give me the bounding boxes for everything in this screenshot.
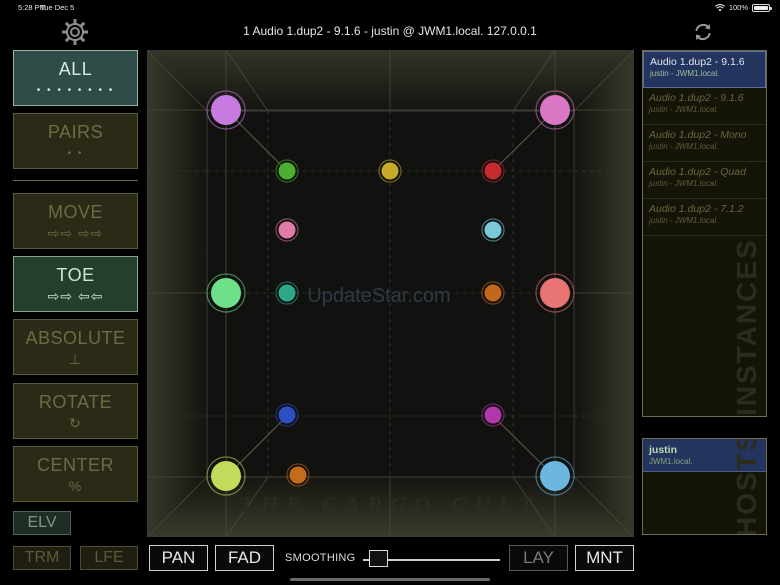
trm-button[interactable]: TRM — [13, 546, 71, 570]
absolute-button[interactable]: ABSOLUTE ⊥ — [13, 319, 138, 375]
pairs-label: PAIRS — [47, 122, 104, 142]
instance-host: justin - JWM1.local. — [650, 69, 720, 78]
speaker-bottom-left[interactable] — [206, 456, 246, 496]
mnt-button[interactable]: MNT — [575, 545, 634, 571]
move-arrows-icon: ⇨⇨ ⇨⇨ — [47, 225, 104, 241]
instances-list: Audio 1.dup2 - 9.1.6 justin - JWM1.local.… — [643, 51, 766, 236]
instance-host: justin - JWM1.local. — [649, 216, 719, 225]
status-bar: 5:28 PM Tue Dec 5 100% — [0, 0, 780, 14]
room-canvas[interactable]: UpdateStar.com THE CARGO CULT — [146, 49, 635, 538]
instance-host: justin - JWM1.local. — [649, 179, 719, 188]
speaker-room-view[interactable]: UpdateStar.com THE CARGO CULT — [146, 49, 635, 538]
floor-logo-text: THE CARGO CULT — [239, 492, 540, 517]
center-icon: % — [68, 478, 83, 494]
toe-label: TOE — [56, 265, 95, 285]
instance-name: Audio 1.dup2 - Quad — [649, 166, 746, 178]
hosts-label: HOSTS — [731, 438, 762, 535]
speaker-inner-upper-left[interactable] — [275, 218, 299, 242]
refresh-button[interactable] — [692, 21, 714, 43]
rotate-icon: ↻ — [69, 415, 82, 431]
speaker-inner-mid-right[interactable] — [481, 281, 505, 305]
room-wall-right — [574, 50, 634, 537]
elv-button[interactable]: ELV — [13, 511, 71, 535]
speaker-mid-left[interactable] — [206, 273, 246, 313]
toe-arrows-icon: ⇨⇨ ⇦⇦ — [47, 288, 104, 304]
absolute-icon: ⊥ — [68, 351, 83, 367]
speaker-inner-top-right[interactable] — [481, 159, 505, 183]
rotate-button[interactable]: ROTATE ↻ — [13, 383, 138, 439]
instance-name: Audio 1.dup2 - Mono — [649, 129, 747, 141]
home-indicator — [290, 578, 490, 581]
all-button[interactable]: ALL • • • • • • • • — [13, 50, 138, 106]
speaker-inner-top-left[interactable] — [275, 159, 299, 183]
smoothing-slider-thumb[interactable] — [368, 550, 388, 567]
speaker-inner-mid-left[interactable] — [275, 281, 299, 305]
absolute-label: ABSOLUTE — [25, 328, 126, 348]
speaker-top-front-right[interactable] — [535, 90, 575, 130]
speaker-inner-bottom[interactable] — [286, 463, 310, 487]
center-button[interactable]: CENTER % — [13, 446, 138, 502]
rotate-label: ROTATE — [38, 392, 113, 412]
refresh-icon — [695, 24, 711, 40]
instance-name: Audio 1.dup2 - 9.1.6 — [649, 92, 744, 104]
wifi-icon — [714, 3, 725, 11]
instance-name: Audio 1.dup2 - 7.1.2 — [649, 203, 744, 215]
hosts-panel: HOSTS justin JWM1.local. — [642, 438, 767, 535]
session-title: 1 Audio 1.dup2 - 9.1.6 - justin @ JWM1.l… — [243, 24, 537, 38]
speaker-inner-lower-right[interactable] — [481, 403, 505, 427]
pairs-button[interactable]: PAIRS • • — [13, 113, 138, 169]
instance-row[interactable]: Audio 1.dup2 - 9.1.6 justin - JWM1.local. — [643, 88, 766, 125]
instance-row[interactable]: Audio 1.dup2 - 7.1.2 justin - JWM1.local. — [643, 199, 766, 236]
lay-button[interactable]: LAY — [509, 545, 568, 571]
speaker-inner-lower-left[interactable] — [275, 403, 299, 427]
battery-icon — [752, 3, 772, 12]
instance-name: Audio 1.dup2 - 9.1.6 — [650, 56, 745, 68]
fad-button[interactable]: FAD — [215, 545, 274, 571]
pairs-dots: • • — [67, 148, 84, 159]
speaker-inner-top-center[interactable] — [378, 159, 402, 183]
speaker-bottom-right[interactable] — [535, 456, 575, 496]
smoothing-label: SMOOTHING — [285, 552, 356, 564]
instance-row[interactable]: Audio 1.dup2 - 9.1.6 justin - JWM1.local. — [643, 51, 766, 88]
room-wall-left — [147, 50, 207, 537]
status-right: 100% — [714, 3, 772, 12]
center-label: CENTER — [36, 455, 114, 475]
speaker-inner-upper-right[interactable] — [481, 218, 505, 242]
watermark-text: UpdateStar.com — [307, 285, 450, 307]
instance-row[interactable]: Audio 1.dup2 - Mono justin - JWM1.local. — [643, 125, 766, 162]
all-label: ALL — [58, 59, 93, 79]
move-label: MOVE — [47, 202, 103, 222]
move-button[interactable]: MOVE ⇨⇨ ⇨⇨ — [13, 193, 138, 249]
instances-panel: INSTANCES Audio 1.dup2 - 9.1.6 justin - J… — [642, 50, 767, 417]
speaker-top-front-left[interactable] — [206, 90, 246, 130]
lfe-button[interactable]: LFE — [80, 546, 138, 570]
speaker-mid-right[interactable] — [535, 273, 575, 313]
instances-label: INSTANCES — [731, 238, 762, 416]
instance-host: justin - JWM1.local. — [649, 142, 719, 151]
instance-host: justin - JWM1.local. — [649, 105, 719, 114]
all-dots: • • • • • • • • — [36, 85, 115, 96]
toe-button[interactable]: TOE ⇨⇨ ⇦⇦ — [13, 256, 138, 312]
pan-button[interactable]: PAN — [149, 545, 208, 571]
status-date: Tue Dec 5 — [40, 3, 75, 12]
instance-row[interactable]: Audio 1.dup2 - Quad justin - JWM1.local. — [643, 162, 766, 199]
left-divider — [13, 180, 138, 181]
battery-percent: 100% — [728, 3, 748, 12]
